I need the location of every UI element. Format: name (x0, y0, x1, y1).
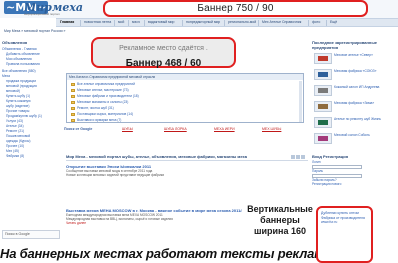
sidebar-header: Объявления (2, 40, 28, 45)
search-tabs: Поиск от Google ШУБЫ ШУБА ЛОРКА МЕХА ИЕР… (64, 126, 308, 133)
nav-divider (114, 20, 115, 26)
nav-divider (224, 20, 225, 26)
left-sidebar: Объявления Объявления - Главная Добавить… (2, 40, 62, 262)
firm-item[interactable]: Меховая фабрика «Зима» (314, 100, 396, 114)
firm-name[interactable]: Ателье по ремонту шуб Жизнь (334, 117, 396, 121)
nav-divider (128, 20, 129, 26)
nav-item-more[interactable]: Ещё (330, 20, 337, 25)
catalog-scrollbar[interactable] (299, 81, 302, 122)
news-header-title: Мир Меха - меховой портал шубы, ателье, … (66, 154, 247, 159)
breadcrumb[interactable]: Мир Меха » меховой портал России » (4, 29, 65, 34)
toolbar-icons[interactable] (290, 154, 306, 159)
catalog-row[interactable]: Поставщики сырья, материалов (14) (77, 112, 133, 116)
google-search-box[interactable]: Поиск в Google (2, 230, 60, 239)
firm-name[interactable]: Меховой салон Соболь (334, 133, 396, 137)
main-nav: Главная новостная лента мой мэсэ вадакто… (56, 18, 398, 27)
nav-item-editor[interactable]: попредакторный мир (186, 20, 220, 25)
firm-item[interactable]: Кожаный салон ИП Андреева (314, 84, 396, 98)
catalog-panel: Мех-Каталог-Справочник предприятий мехов… (66, 73, 304, 123)
catalog-row[interactable]: Выставки и ярмарки меха (7) (77, 118, 121, 122)
nav-divider (80, 20, 81, 26)
firm-name[interactable]: Кожаный салон ИП Андреева (334, 85, 396, 89)
news-item: Выставка мехов MEHA MOSCOW в г. Москва -… (66, 208, 242, 225)
mail-icon[interactable] (296, 155, 300, 159)
nav-item-photo[interactable]: фото (312, 20, 320, 25)
catalog-row[interactable]: Ремонт, чистка шуб (31) (77, 106, 114, 110)
nav-item-regional[interactable]: регионально-мой (228, 20, 256, 25)
catalog-row[interactable]: Меховые магазины и салоны (23) (77, 100, 128, 104)
read-more-link[interactable]: Читать далее (66, 221, 242, 225)
print-icon[interactable] (291, 155, 295, 159)
firm-item[interactable]: Меховой салон Соболь (314, 132, 396, 146)
news-header: Мир Меха - меховой портал шубы, ателье, … (66, 153, 308, 161)
catalog-row[interactable]: Меховые ателье, мастерские (73) (77, 88, 129, 92)
firm-name[interactable]: Меховая фабрика «Зима» (334, 101, 396, 105)
firm-logo (314, 69, 332, 80)
folder-icon (71, 119, 75, 122)
rss-icon[interactable] (301, 155, 305, 159)
sidebar-link[interactable]: Фабрики (8) (2, 154, 62, 159)
firm-item[interactable]: Ателье по ремонту шуб Жизнь (314, 116, 396, 130)
vertical-banner-ad[interactable]: Дубленки купить оптом Фабрика от произво… (321, 211, 371, 225)
middle-banner-label: Баннер 468 / 60 (125, 58, 202, 69)
firm-logo (314, 53, 332, 64)
news-line: Новые коллекции меховых изделий представ… (66, 173, 165, 177)
folder-icon (71, 83, 75, 86)
tab-google[interactable]: Поиск от Google (64, 126, 92, 132)
nav-item-world[interactable]: вадактовый мир (148, 20, 174, 25)
login-box: Вход Регистрация Логин Пароль Забыли пар… (312, 154, 398, 186)
tab-meh-shuby[interactable]: МЕХ ШУБЫ (262, 126, 281, 132)
sidebar-link[interactable]: Правила пользования (2, 62, 62, 67)
firm-name[interactable]: Меховая фабрика «СОЮЗ» (334, 69, 396, 73)
nav-divider (258, 20, 259, 26)
bottom-strip: На баннерных местах работают тексты рекл… (0, 246, 316, 263)
catalog-title: Мех-Каталог-Справочник предприятий мехов… (67, 74, 303, 80)
register-link[interactable]: Регистрация нового (312, 182, 398, 186)
firm-logo (314, 85, 332, 96)
folder-icon (71, 107, 75, 110)
folder-icon (71, 95, 75, 98)
nav-item-home[interactable]: Главная (60, 20, 74, 25)
firm-item[interactable]: Меховая фабрика «СОЮЗ» (314, 68, 396, 82)
folder-icon (71, 101, 75, 104)
top-banner-label: Баннер 750 / 90 (197, 3, 274, 14)
nav-divider (308, 20, 309, 26)
tab-meha[interactable]: МЕХА ИЕРИ (214, 126, 235, 132)
nav-item-mese[interactable]: мэсэ (132, 20, 140, 25)
tab-shuby[interactable]: ШУБЫ (122, 126, 133, 132)
catalog-row[interactable]: Меховые фабрики и производители (18) (77, 94, 139, 98)
news-item: Открытие выставки Эпохи Ыинжалки 2011 Со… (66, 164, 308, 177)
password-label: Пароль (312, 169, 324, 173)
vertical-banner-label: Вертикальные баннеры ширина 160 (247, 204, 313, 236)
top-banner[interactable]: Баннер 750 / 90 (103, 0, 368, 17)
login-label: Логин (312, 160, 321, 164)
google-search-label: Поиск в Google (5, 232, 30, 236)
nav-divider (144, 20, 145, 26)
middle-banner-text: Рекламное место сдаётся . (119, 45, 208, 52)
nav-item-news[interactable]: новостная лента (84, 20, 111, 25)
firm-logo (314, 133, 332, 144)
logo-subtitle: информационный портал (24, 12, 60, 16)
folder-icon (71, 113, 75, 116)
nav-item-my[interactable]: мой (118, 20, 124, 25)
site-logo[interactable]: ~MM~ Мирмеха информационный портал (4, 0, 83, 17)
right-header: Последние зарегистрированные предприятия (312, 40, 377, 50)
nav-item-catalog[interactable]: Мех Ателье Справочник (262, 20, 301, 25)
folder-icon (71, 89, 75, 92)
firm-logo (314, 117, 332, 128)
vertical-banner[interactable]: Дубленки купить оптом Фабрика от произво… (316, 206, 373, 263)
firm-item[interactable]: Меховое ателье «Север» (314, 52, 396, 66)
tab-shuba-lorka[interactable]: ШУБА ЛОРКА (164, 126, 187, 132)
nav-divider (182, 20, 183, 26)
nav-divider (326, 20, 327, 26)
middle-banner[interactable]: Рекламное место сдаётся . Баннер 468 / 6… (91, 37, 236, 69)
firm-logo (314, 101, 332, 112)
firm-name[interactable]: Меховое ателье «Север» (334, 53, 396, 57)
bottom-text: На баннерных местах работают тексты рекл… (0, 246, 316, 261)
catalog-row[interactable]: Все ателье справочника предприятий (77, 82, 135, 86)
